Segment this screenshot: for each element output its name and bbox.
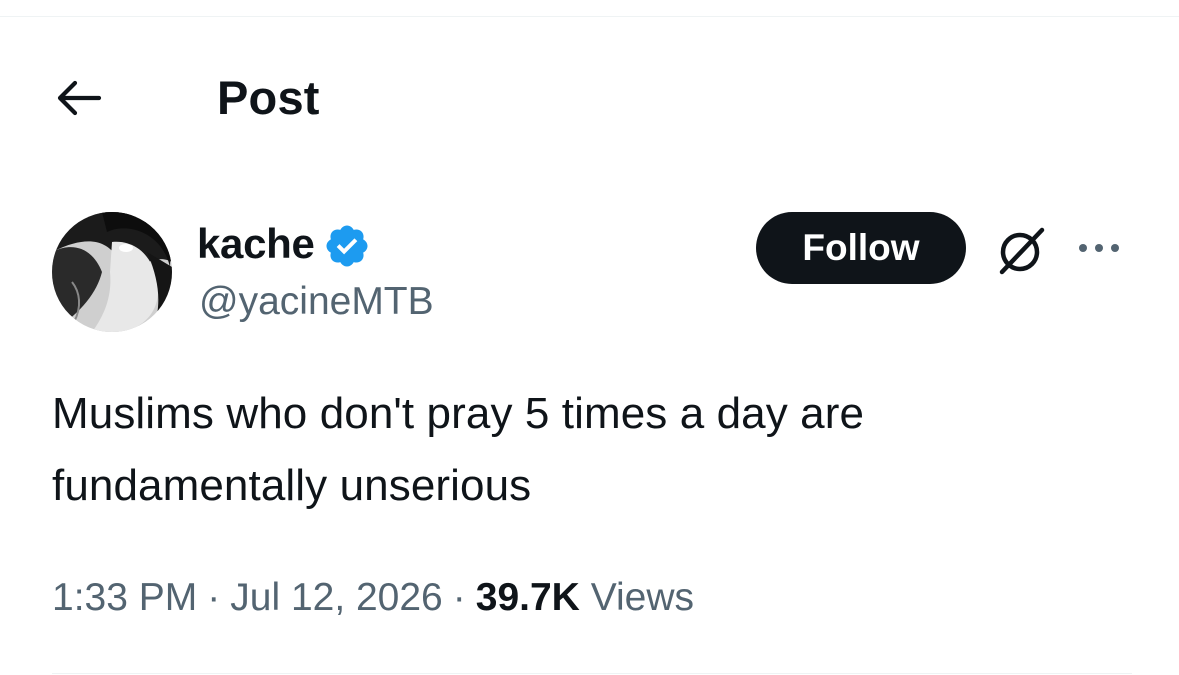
- back-button[interactable]: [50, 74, 106, 122]
- grok-icon[interactable]: [988, 220, 1052, 280]
- display-name: kache: [197, 220, 315, 267]
- verified-badge-icon: [326, 225, 368, 267]
- author-handle[interactable]: @yacineMTB: [199, 276, 434, 328]
- avatar-image: [52, 212, 172, 332]
- top-divider: [0, 16, 1179, 17]
- avatar[interactable]: [52, 212, 172, 332]
- follow-button[interactable]: Follow: [756, 212, 966, 284]
- tweet-meta: 1:33 PM · Jul 12, 2026 · 39.7K Views: [52, 568, 694, 628]
- views-label[interactable]: Views: [591, 576, 694, 619]
- views-count[interactable]: 39.7K: [476, 576, 580, 619]
- more-options-icon[interactable]: [1074, 228, 1124, 268]
- tweet-date[interactable]: Jul 12, 2026: [230, 576, 443, 619]
- meta-separator: ·: [452, 576, 466, 619]
- tweet-text-line: Muslims who don't pray 5 times a day are: [52, 389, 865, 438]
- post-header: Post: [0, 60, 1179, 136]
- bottom-divider: [52, 673, 1132, 674]
- page-title: Post: [217, 71, 320, 124]
- tweet-text: Muslims who don't pray 5 times a day are…: [52, 378, 1132, 522]
- arrow-left-icon: [57, 80, 102, 116]
- meta-separator: ·: [207, 576, 221, 619]
- display-name-link[interactable]: kache: [197, 214, 371, 274]
- tweet-time[interactable]: 1:33 PM: [52, 576, 197, 619]
- author-row: kache @yacineMTB Follow: [52, 212, 1132, 334]
- tweet-text-line: fundamentally unserious: [52, 461, 532, 510]
